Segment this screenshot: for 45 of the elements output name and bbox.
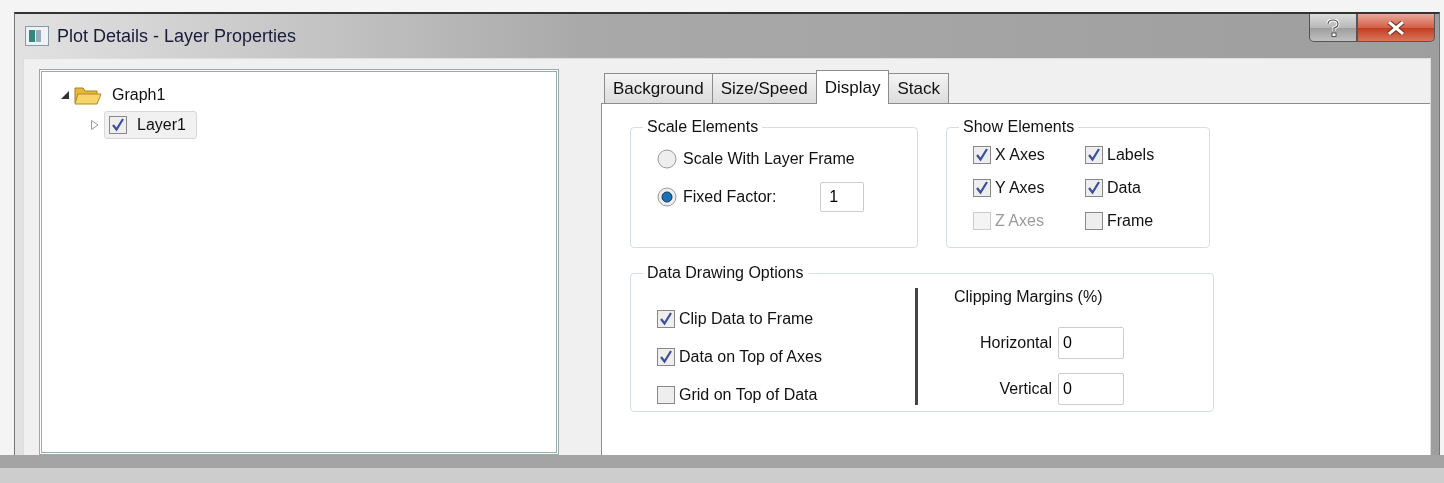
radio-label[interactable]: Fixed Factor:	[683, 188, 777, 206]
group-title: Show Elements	[962, 118, 1076, 136]
radio-button[interactable]	[657, 149, 677, 169]
checkbox[interactable]	[109, 116, 127, 134]
checkbox[interactable]	[973, 178, 991, 197]
window-title: Plot Details - Layer Properties	[57, 25, 297, 47]
checkbox-label[interactable]: Grid on Top of Data	[679, 386, 818, 404]
help-icon	[1326, 18, 1340, 37]
checkbox-label[interactable]: Frame	[1107, 211, 1154, 230]
checkbox[interactable]	[657, 386, 675, 404]
checkbox-label[interactable]: Data	[1107, 178, 1141, 197]
checkbox[interactable]	[1085, 211, 1103, 230]
close-button[interactable]	[1357, 14, 1435, 42]
checkbox-label[interactable]: Y Axes	[995, 178, 1045, 197]
field-label: Horizontal	[979, 334, 1052, 352]
checkbox-label[interactable]: Clip Data to Frame	[679, 310, 814, 328]
help-button[interactable]	[1309, 14, 1357, 42]
close-icon	[1387, 20, 1405, 35]
checkbox[interactable]	[657, 348, 675, 366]
tab[interactable]: Stack	[888, 73, 949, 103]
tab[interactable]: Background	[604, 73, 713, 103]
input-field[interactable]: 0	[1058, 373, 1124, 405]
checkbox[interactable]	[1085, 178, 1103, 197]
window-icon	[25, 26, 49, 46]
checkbox-label[interactable]: X Axes	[995, 145, 1045, 164]
group-title: Scale Elements	[646, 118, 760, 136]
checkbox[interactable]	[973, 145, 991, 164]
input-field[interactable]: 1	[820, 182, 865, 212]
tab[interactable]: Size/Speed	[711, 73, 817, 103]
tab[interactable]: Display	[815, 70, 890, 104]
checkbox[interactable]	[1085, 145, 1103, 164]
radio-button[interactable]	[657, 187, 677, 207]
input-field[interactable]: 0	[1058, 327, 1124, 359]
field-label: Vertical	[999, 380, 1052, 398]
checkbox-label[interactable]: Labels	[1107, 145, 1155, 164]
checkbox-label[interactable]: Data on Top of Axes	[679, 348, 822, 366]
expand-arrow-icon[interactable]	[90, 119, 100, 131]
tree-item[interactable]: Layer1	[104, 111, 197, 139]
tree-item-label[interactable]: Graph1	[106, 83, 172, 107]
checkbox[interactable]	[657, 310, 675, 328]
radio-label[interactable]: Scale With Layer Frame	[683, 150, 855, 168]
group-title: Data Drawing Options	[646, 264, 805, 282]
folder-icon	[74, 84, 102, 106]
collapse-arrow-icon[interactable]	[60, 89, 70, 101]
section-title: Clipping Margins (%)	[954, 288, 1103, 306]
